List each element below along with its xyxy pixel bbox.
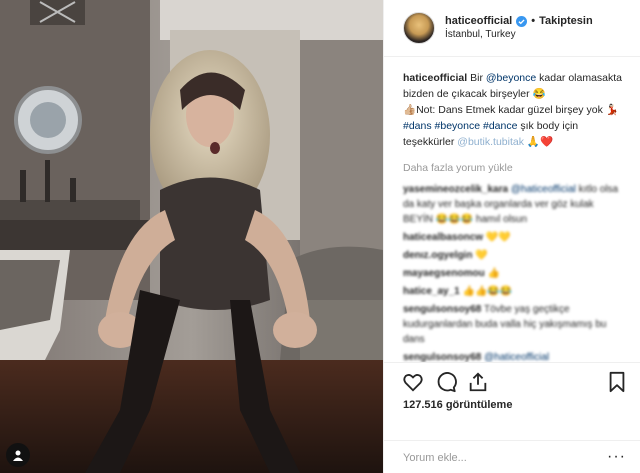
comment-username[interactable]: haticealbasoncw	[403, 232, 483, 243]
comment-username[interactable]: sengulsonsoy68	[403, 352, 481, 362]
post-caption: haticeofficial Bir @beyonce kadar olamas…	[403, 70, 626, 150]
comments-list[interactable]: haticeofficial Bir @beyonce kadar olamas…	[384, 57, 640, 362]
verified-badge-icon	[516, 15, 528, 27]
hashtag-dance[interactable]: #dance	[483, 120, 517, 132]
comment-item: haticealbasoncw 💛💛	[403, 230, 626, 245]
person-icon	[13, 450, 23, 461]
heart-icon[interactable]	[402, 371, 424, 393]
location-link[interactable]: İstanbul, Turkey	[445, 28, 593, 42]
following-button[interactable]: Takiptesin	[539, 14, 593, 28]
comment-icon[interactable]	[435, 371, 457, 393]
comment-username[interactable]: mayaegsenomou	[403, 268, 485, 279]
comment-item: mayaegsenomou 👍	[403, 266, 626, 281]
separator-dot: •	[531, 15, 536, 27]
comment-item: sengulsonsoy68 Tövbe yaş geçtikçe kudurg…	[403, 302, 626, 347]
more-options-icon[interactable]: ···	[607, 448, 626, 466]
comment-text: 👍	[487, 268, 500, 279]
comment-username[interactable]: yasemineozcelik_kara	[403, 184, 508, 195]
comment-text: 👍👍😂😂	[462, 286, 513, 297]
comment-item: hatice_ay_1 👍👍😂😂	[403, 284, 626, 299]
comment-username[interactable]: denız.ogyelgin	[403, 250, 472, 261]
mention-beyonce[interactable]: @beyonce	[486, 72, 536, 84]
load-more-comments[interactable]: Daha fazla yorum yükle	[403, 162, 626, 174]
comment-text: 💛💛	[485, 232, 511, 243]
comment-mention[interactable]: @haticeofficial	[484, 352, 549, 362]
add-comment-input[interactable]: Yorum ekle... ···	[384, 440, 640, 473]
comment-username[interactable]: hatice_ay_1	[403, 286, 460, 297]
comment-item: yasemineozcelik_kara @haticeofficial kıt…	[403, 182, 626, 227]
add-comment-placeholder: Yorum ekle...	[403, 452, 467, 464]
caption-text-1: Bir	[467, 72, 486, 84]
bookmark-icon[interactable]	[606, 371, 628, 393]
avatar[interactable]	[403, 12, 435, 44]
action-bar	[384, 362, 640, 400]
mention-butik[interactable]: @butik.tubitak	[457, 136, 524, 148]
view-count[interactable]: 127.516 görüntüleme	[403, 399, 512, 411]
video-frame	[0, 0, 383, 473]
comment-item: sengulsonsoy68 @haticeofficial	[403, 350, 626, 362]
post-side-panel: haticeofficial • Takiptesin İstanbul, Tu…	[383, 0, 640, 473]
caption-text-5: 🙏❤️	[523, 136, 554, 148]
post-header: haticeofficial • Takiptesin İstanbul, Tu…	[384, 0, 640, 57]
username-link[interactable]: haticeofficial	[445, 14, 512, 28]
caption-username[interactable]: haticeofficial	[403, 72, 467, 84]
comment-mention[interactable]: @haticeofficial	[511, 184, 576, 195]
post-video[interactable]	[0, 0, 383, 473]
user-tag-icon[interactable]	[6, 443, 30, 467]
comment-username[interactable]: sengulsonsoy68	[403, 304, 481, 315]
hashtag-beyonce[interactable]: #beyonce	[435, 120, 481, 132]
hashtag-dans[interactable]: #dans	[403, 120, 432, 132]
comment-text: 💛	[475, 250, 488, 261]
caption-text-3: 👍🏼Not: Dans Etmek kadar güzel birşey yok…	[403, 104, 619, 116]
share-icon[interactable]	[467, 371, 489, 393]
comment-item: denız.ogyelgin 💛	[403, 248, 626, 263]
